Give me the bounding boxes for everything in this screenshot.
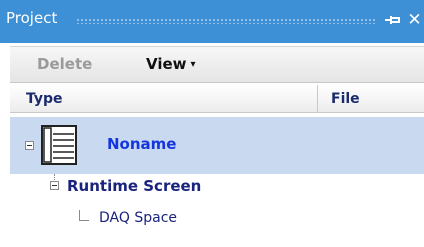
tree-item-label-runtime-screen: Runtime Screen [67, 177, 202, 195]
project-panel: Project ✕ Delete View ▾ Type File Noname… [0, 0, 424, 247]
pin-icon[interactable] [383, 8, 403, 32]
close-icon[interactable]: ✕ [405, 8, 424, 32]
document-list-icon [41, 125, 87, 169]
tree-item-label-daq-space: DAQ Space [99, 210, 177, 226]
tree-row-daq-space[interactable]: DAQ Space [10, 210, 424, 232]
tree-connector [79, 210, 89, 221]
panel-title: Project [6, 9, 58, 27]
view-menu-label: View [146, 55, 187, 73]
tree-item-label-noname: Noname [107, 135, 177, 153]
title-drag-grip[interactable] [76, 18, 376, 24]
toolbar: Delete View ▾ [10, 46, 424, 83]
chevron-down-icon: ▾ [190, 59, 196, 70]
column-header-type[interactable]: Type [26, 91, 63, 107]
column-divider[interactable] [317, 85, 318, 112]
collapse-icon[interactable] [25, 141, 34, 150]
title-bar[interactable]: Project ✕ [0, 0, 424, 43]
tree-row-runtime-screen[interactable]: Runtime Screen [10, 176, 424, 198]
column-header-file[interactable]: File [331, 91, 360, 107]
delete-button[interactable]: Delete [37, 55, 92, 73]
view-menu-button[interactable]: View ▾ [146, 55, 196, 73]
collapse-icon[interactable] [50, 181, 59, 190]
tree-row-noname[interactable]: Noname [10, 117, 424, 174]
column-header: Type File [10, 85, 424, 113]
